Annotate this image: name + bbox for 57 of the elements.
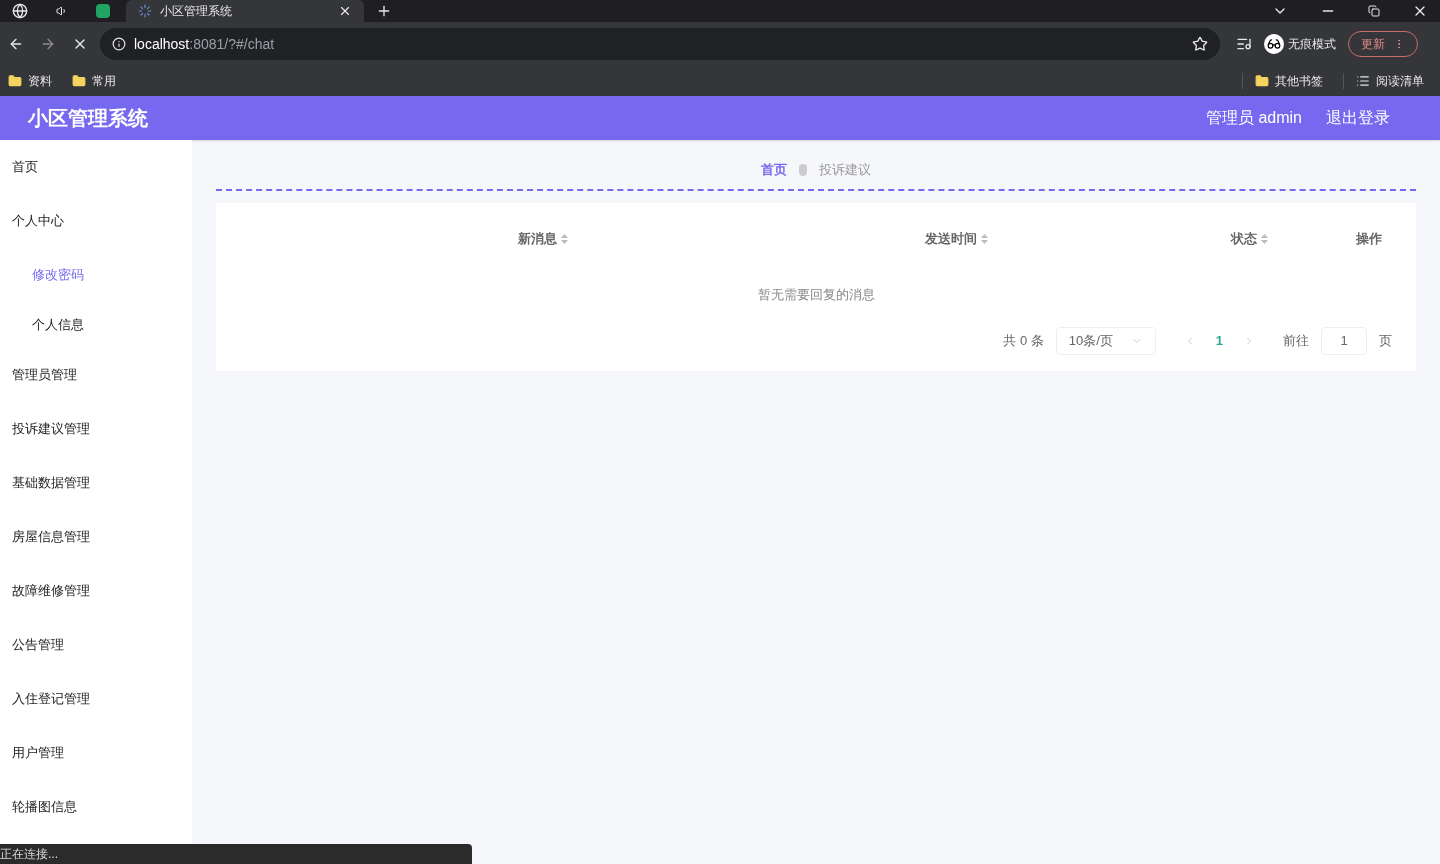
- info-icon: [112, 37, 126, 51]
- sidebar-item[interactable]: 基础数据管理: [12, 475, 90, 490]
- goto-label: 前往: [1283, 331, 1309, 350]
- media-icon[interactable]: [1236, 36, 1252, 52]
- tab-title: 小区管理系统: [160, 3, 233, 19]
- total-count: 共 0 条: [1003, 331, 1044, 350]
- column-header[interactable]: 状态: [1231, 228, 1257, 249]
- breadcrumb-item[interactable]: 首页: [761, 160, 787, 180]
- incognito-icon: [1267, 37, 1281, 51]
- bookmark-item[interactable]: 资料: [8, 73, 52, 89]
- profile-chip[interactable]: 无痕模式: [1264, 34, 1336, 54]
- separator-icon: [799, 163, 807, 176]
- sidebar-item[interactable]: 公告管理: [12, 637, 64, 652]
- sidebar-item[interactable]: 房屋信息管理: [12, 529, 90, 544]
- list-icon: [1356, 74, 1370, 88]
- sidebar-item[interactable]: 管理员管理: [12, 367, 77, 382]
- status-tooltip: 正在连接...: [0, 844, 472, 864]
- restore-icon[interactable]: [1368, 5, 1380, 17]
- folder-icon: [72, 74, 86, 88]
- bookmark-item[interactable]: 常用: [72, 73, 116, 89]
- star-icon[interactable]: [1192, 36, 1208, 52]
- sidebar-subitem[interactable]: 修改密码: [32, 267, 84, 282]
- back-icon[interactable]: [8, 36, 24, 52]
- empty-message: 暂无需要回复的消息: [756, 285, 876, 304]
- sidebar-item[interactable]: 入住登记管理: [12, 691, 90, 706]
- page-input[interactable]: 1: [1321, 326, 1367, 355]
- app-tab-icon[interactable]: [96, 4, 110, 18]
- app-title: 小区管理系统: [28, 106, 148, 131]
- forward-icon[interactable]: [40, 36, 56, 52]
- folder-icon: [8, 74, 22, 88]
- sidebar-subitem[interactable]: 个人信息: [32, 317, 84, 332]
- loading-icon: [138, 4, 152, 18]
- sidebar-item[interactable]: 故障维修管理: [12, 583, 90, 598]
- breadcrumb-item: 投诉建议: [819, 161, 871, 179]
- folder-icon: [1255, 74, 1269, 88]
- column-header[interactable]: 发送时间: [925, 228, 977, 249]
- other-bookmarks[interactable]: 其他书签: [1242, 73, 1323, 89]
- sidebar-item[interactable]: 首页: [12, 159, 38, 174]
- close-icon[interactable]: [338, 4, 352, 18]
- reading-list[interactable]: 阅读清单: [1343, 73, 1424, 89]
- address-bar[interactable]: localhost:8081/?#/chat: [100, 28, 1220, 60]
- column-header[interactable]: 新消息: [518, 228, 557, 249]
- page-suffix: 页: [1379, 331, 1392, 350]
- url-text: localhost:8081/?#/chat: [134, 35, 275, 54]
- page-size-select[interactable]: 10条/页: [1055, 326, 1156, 355]
- new-tab-icon[interactable]: [376, 3, 392, 19]
- speaker-icon[interactable]: [56, 5, 68, 17]
- globe-icon[interactable]: [12, 3, 28, 19]
- sidebar-item[interactable]: 用户管理: [12, 745, 64, 760]
- sidebar-item[interactable]: 投诉建议管理: [12, 421, 90, 436]
- sidebar-item[interactable]: 个人中心: [12, 213, 64, 228]
- user-label: 管理员 admin: [1205, 108, 1302, 128]
- browser-tab[interactable]: 小区管理系统: [126, 0, 364, 22]
- logout-link[interactable]: 退出登录: [1326, 106, 1390, 130]
- sidebar-item[interactable]: 轮播图信息: [12, 799, 77, 814]
- column-header: 操作: [1356, 229, 1382, 248]
- profile-label: 无痕模式: [1288, 36, 1336, 52]
